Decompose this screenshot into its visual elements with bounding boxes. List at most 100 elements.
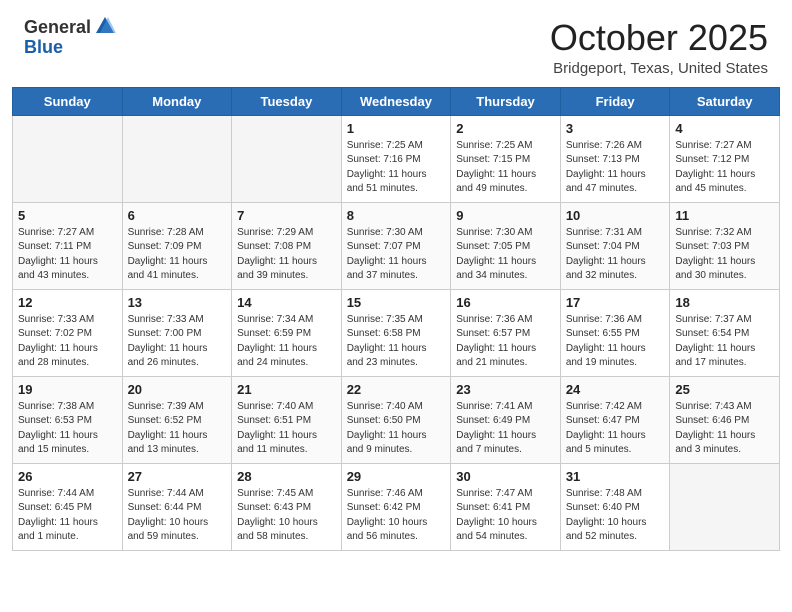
weekday-header-saturday: Saturday bbox=[670, 87, 780, 115]
day-number: 13 bbox=[128, 295, 227, 310]
day-number: 20 bbox=[128, 382, 227, 397]
calendar-cell: 11 Sunrise: 7:32 AMSunset: 7:03 PMDayligh… bbox=[670, 202, 780, 289]
weekday-header-thursday: Thursday bbox=[451, 87, 561, 115]
day-info: Sunrise: 7:30 AMSunset: 7:07 PMDaylight:… bbox=[347, 226, 446, 284]
weekday-header-wednesday: Wednesday bbox=[341, 87, 451, 115]
day-number: 21 bbox=[237, 382, 336, 397]
day-number: 30 bbox=[456, 469, 555, 484]
day-number: 31 bbox=[566, 469, 665, 484]
weekday-header-sunday: Sunday bbox=[13, 87, 123, 115]
day-number: 6 bbox=[128, 208, 227, 223]
logo-text: General bbox=[24, 18, 116, 38]
calendar-cell: 4 Sunrise: 7:27 AMSunset: 7:12 PMDaylight… bbox=[670, 115, 780, 202]
day-info: Sunrise: 7:36 AMSunset: 6:57 PMDaylight:… bbox=[456, 313, 555, 371]
calendar-cell: 25Sunrise: 7:43 AMSunset: 6:46 PMDayligh… bbox=[670, 376, 780, 463]
day-info: Sunrise: 7:31 AMSunset: 7:04 PMDaylight:… bbox=[566, 226, 665, 284]
day-number: 18 bbox=[675, 295, 774, 310]
day-info: Sunrise: 7:46 AMSunset: 6:42 PMDaylight:… bbox=[347, 487, 446, 545]
day-number: 12 bbox=[18, 295, 117, 310]
logo-general: General bbox=[24, 18, 91, 38]
calendar-week-row: 5 Sunrise: 7:27 AMSunset: 7:11 PMDaylight… bbox=[13, 202, 780, 289]
day-info: Sunrise: 7:40 AMSunset: 6:51 PMDaylight:… bbox=[237, 400, 336, 458]
calendar-week-row: 12 Sunrise: 7:33 AMSunset: 7:02 PMDayligh… bbox=[13, 289, 780, 376]
day-number: 1 bbox=[347, 121, 446, 136]
calendar-cell bbox=[232, 115, 342, 202]
day-info: Sunrise: 7:33 AMSunset: 7:00 PMDaylight:… bbox=[128, 313, 227, 371]
day-info: Sunrise: 7:45 AMSunset: 6:43 PMDaylight:… bbox=[237, 487, 336, 545]
day-info: Sunrise: 7:47 AMSunset: 6:41 PMDaylight:… bbox=[456, 487, 555, 545]
calendar-cell: 20 Sunrise: 7:39 AMSunset: 6:52 PMDayligh… bbox=[122, 376, 232, 463]
day-number: 17 bbox=[566, 295, 665, 310]
day-number: 24 bbox=[566, 382, 665, 397]
calendar-cell: 3 Sunrise: 7:26 AMSunset: 7:13 PMDaylight… bbox=[560, 115, 670, 202]
day-info: Sunrise: 7:36 AMSunset: 6:55 PMDaylight:… bbox=[566, 313, 665, 371]
calendar-cell: 15 Sunrise: 7:35 AMSunset: 6:58 PMDayligh… bbox=[341, 289, 451, 376]
day-number: 2 bbox=[456, 121, 555, 136]
calendar-week-row: 19 Sunrise: 7:38 AMSunset: 6:53 PMDayligh… bbox=[13, 376, 780, 463]
day-info: Sunrise: 7:26 AMSunset: 7:13 PMDaylight:… bbox=[566, 139, 665, 197]
day-number: 29 bbox=[347, 469, 446, 484]
calendar-body: 1Sunrise: 7:25 AMSunset: 7:16 PMDaylight… bbox=[13, 115, 780, 550]
day-number: 15 bbox=[347, 295, 446, 310]
calendar-cell: 13 Sunrise: 7:33 AMSunset: 7:00 PMDayligh… bbox=[122, 289, 232, 376]
day-number: 26 bbox=[18, 469, 117, 484]
calendar-cell: 17 Sunrise: 7:36 AMSunset: 6:55 PMDayligh… bbox=[560, 289, 670, 376]
logo-blue: Blue bbox=[24, 38, 63, 58]
day-info: Sunrise: 7:44 AMSunset: 6:44 PMDaylight:… bbox=[128, 487, 227, 545]
calendar-cell: 10 Sunrise: 7:31 AMSunset: 7:04 PMDayligh… bbox=[560, 202, 670, 289]
header: General Blue October 2025 Bridgeport, Te… bbox=[0, 0, 792, 87]
day-info: Sunrise: 7:44 AMSunset: 6:45 PMDaylight:… bbox=[18, 487, 117, 545]
day-number: 25 bbox=[675, 382, 774, 397]
calendar-cell: 23 Sunrise: 7:41 AMSunset: 6:49 PMDayligh… bbox=[451, 376, 561, 463]
day-info: Sunrise: 7:38 AMSunset: 6:53 PMDaylight:… bbox=[18, 400, 117, 458]
day-info: Sunrise: 7:33 AMSunset: 7:02 PMDaylight:… bbox=[18, 313, 117, 371]
calendar-cell: 19 Sunrise: 7:38 AMSunset: 6:53 PMDayligh… bbox=[13, 376, 123, 463]
day-number: 19 bbox=[18, 382, 117, 397]
day-number: 5 bbox=[18, 208, 117, 223]
day-info: Sunrise: 7:32 AMSunset: 7:03 PMDaylight:… bbox=[675, 226, 774, 284]
day-info: Sunrise: 7:34 AMSunset: 6:59 PMDaylight:… bbox=[237, 313, 336, 371]
day-info: Sunrise: 7:42 AMSunset: 6:47 PMDaylight:… bbox=[566, 400, 665, 458]
day-number: 7 bbox=[237, 208, 336, 223]
calendar-cell: 16 Sunrise: 7:36 AMSunset: 6:57 PMDayligh… bbox=[451, 289, 561, 376]
day-number: 16 bbox=[456, 295, 555, 310]
weekday-header-monday: Monday bbox=[122, 87, 232, 115]
day-number: 4 bbox=[675, 121, 774, 136]
calendar-thead: SundayMondayTuesdayWednesdayThursdayFrid… bbox=[13, 87, 780, 115]
day-number: 10 bbox=[566, 208, 665, 223]
weekday-header-friday: Friday bbox=[560, 87, 670, 115]
day-info: Sunrise: 7:39 AMSunset: 6:52 PMDaylight:… bbox=[128, 400, 227, 458]
calendar-cell: 5 Sunrise: 7:27 AMSunset: 7:11 PMDaylight… bbox=[13, 202, 123, 289]
calendar-cell: 26 Sunrise: 7:44 AMSunset: 6:45 PMDayligh… bbox=[13, 463, 123, 550]
day-info: Sunrise: 7:35 AMSunset: 6:58 PMDaylight:… bbox=[347, 313, 446, 371]
weekday-header-row: SundayMondayTuesdayWednesdayThursdayFrid… bbox=[13, 87, 780, 115]
calendar-table: SundayMondayTuesdayWednesdayThursdayFrid… bbox=[12, 87, 780, 551]
day-number: 8 bbox=[347, 208, 446, 223]
day-number: 3 bbox=[566, 121, 665, 136]
day-info: Sunrise: 7:48 AMSunset: 6:40 PMDaylight:… bbox=[566, 487, 665, 545]
calendar-week-row: 1Sunrise: 7:25 AMSunset: 7:16 PMDaylight… bbox=[13, 115, 780, 202]
logo-icon bbox=[94, 15, 116, 37]
logo-area: General Blue bbox=[24, 18, 116, 58]
calendar-cell bbox=[670, 463, 780, 550]
day-info: Sunrise: 7:27 AMSunset: 7:12 PMDaylight:… bbox=[675, 139, 774, 197]
day-number: 23 bbox=[456, 382, 555, 397]
calendar-cell: 29 Sunrise: 7:46 AMSunset: 6:42 PMDayligh… bbox=[341, 463, 451, 550]
day-number: 14 bbox=[237, 295, 336, 310]
calendar-cell: 1Sunrise: 7:25 AMSunset: 7:16 PMDaylight… bbox=[341, 115, 451, 202]
calendar-cell: 27Sunrise: 7:44 AMSunset: 6:44 PMDayligh… bbox=[122, 463, 232, 550]
day-info: Sunrise: 7:41 AMSunset: 6:49 PMDaylight:… bbox=[456, 400, 555, 458]
day-number: 11 bbox=[675, 208, 774, 223]
calendar-cell bbox=[122, 115, 232, 202]
calendar-cell: 6Sunrise: 7:28 AMSunset: 7:09 PMDaylight… bbox=[122, 202, 232, 289]
calendar-cell: 14 Sunrise: 7:34 AMSunset: 6:59 PMDayligh… bbox=[232, 289, 342, 376]
calendar-wrapper: SundayMondayTuesdayWednesdayThursdayFrid… bbox=[0, 87, 792, 563]
day-info: Sunrise: 7:30 AMSunset: 7:05 PMDaylight:… bbox=[456, 226, 555, 284]
calendar-cell: 24 Sunrise: 7:42 AMSunset: 6:47 PMDayligh… bbox=[560, 376, 670, 463]
page: General Blue October 2025 Bridgeport, Te… bbox=[0, 0, 792, 612]
calendar-cell: 21 Sunrise: 7:40 AMSunset: 6:51 PMDayligh… bbox=[232, 376, 342, 463]
day-info: Sunrise: 7:27 AMSunset: 7:11 PMDaylight:… bbox=[18, 226, 117, 284]
calendar-cell: 28Sunrise: 7:45 AMSunset: 6:43 PMDayligh… bbox=[232, 463, 342, 550]
day-info: Sunrise: 7:40 AMSunset: 6:50 PMDaylight:… bbox=[347, 400, 446, 458]
day-info: Sunrise: 7:29 AMSunset: 7:08 PMDaylight:… bbox=[237, 226, 336, 284]
